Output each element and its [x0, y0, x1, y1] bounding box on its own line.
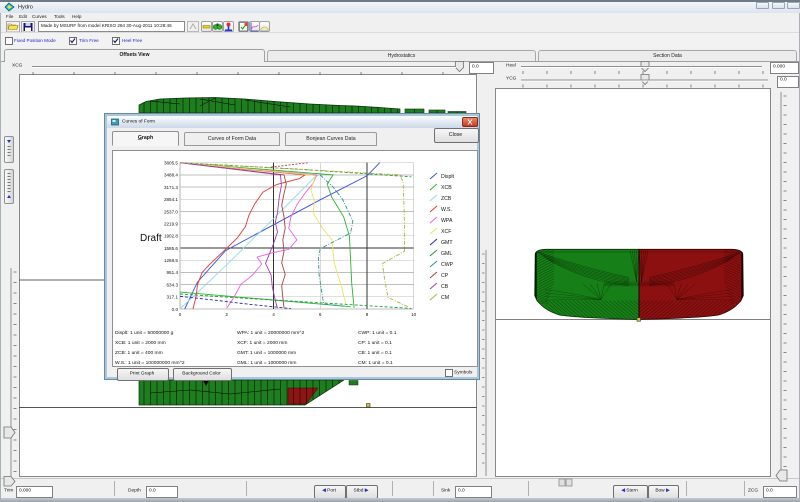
svg-text:GML: 1 unit = 1000000 mm: GML: 1 unit = 1000000 mm: [237, 360, 296, 366]
svg-text:CWP: CWP: [441, 262, 454, 268]
svg-text:10: 10: [411, 312, 417, 317]
svg-text:951.4: 951.4: [167, 270, 179, 275]
svg-text:1902.8: 1902.8: [164, 234, 178, 239]
svg-text:ZCB: ZCB: [441, 196, 452, 202]
svg-text:XCF: XCF: [441, 229, 451, 235]
svg-text:CB: CB: [441, 284, 449, 290]
svg-text:2537.0: 2537.0: [164, 209, 178, 214]
svg-text:3805.5: 3805.5: [164, 161, 178, 166]
svg-text:CM: CM: [441, 295, 449, 301]
svg-text:2854.1: 2854.1: [164, 197, 178, 202]
svg-text:1268.5: 1268.5: [164, 258, 178, 263]
svg-text:XCB: XCB: [441, 185, 452, 191]
svg-text:ZCB: 1 unit = 400 mm: ZCB: 1 unit = 400 mm: [115, 350, 163, 356]
svg-text:CP: CP: [441, 273, 449, 279]
svg-text:8: 8: [366, 312, 369, 317]
svg-text:4: 4: [272, 312, 275, 317]
svg-text:0: 0: [179, 312, 182, 317]
svg-text:0.0: 0.0: [172, 307, 179, 312]
svg-text:Displt: 1 unit = 50000000 g: Displt: 1 unit = 50000000 g: [115, 330, 174, 336]
svg-text:Displt: Displt: [441, 174, 455, 180]
svg-text:GML: GML: [441, 251, 452, 257]
svg-text:3171.3: 3171.3: [164, 185, 178, 190]
svg-text:CWP: 1 unit = 0.1: CWP: 1 unit = 0.1: [358, 330, 397, 336]
svg-text:6: 6: [319, 312, 322, 317]
svg-text:3488.4: 3488.4: [164, 173, 178, 178]
svg-text:317.1: 317.1: [167, 295, 179, 300]
svg-text:WPA: 1 unit = 20000000 mm^2: WPA: 1 unit = 20000000 mm^2: [237, 330, 305, 336]
svg-text:CB: 1 unit = 0.1: CB: 1 unit = 0.1: [358, 350, 392, 356]
svg-text:GMT: GMT: [441, 240, 453, 246]
svg-text:WPA: WPA: [441, 218, 453, 224]
svg-text:2: 2: [225, 312, 228, 317]
svg-text:XCF: 1 unit = 2000 mm: XCF: 1 unit = 2000 mm: [237, 340, 287, 346]
svg-text:1585.6: 1585.6: [164, 246, 178, 251]
svg-text:W.S.: 1 unit = 100000000 mm^2: W.S.: 1 unit = 100000000 mm^2: [115, 360, 185, 366]
svg-text:634.3: 634.3: [167, 282, 179, 287]
svg-text:CM: 1 unit = 0.1: CM: 1 unit = 0.1: [358, 360, 393, 366]
svg-text:W.S.: W.S.: [441, 207, 452, 213]
svg-text:GMT: 1 unit = 1000000 mm: GMT: 1 unit = 1000000 mm: [237, 350, 296, 356]
svg-text:XCB: 1 unit = 2000 mm: XCB: 1 unit = 2000 mm: [115, 340, 166, 346]
svg-text:Draft: Draft: [140, 233, 162, 244]
svg-text:2219.9: 2219.9: [164, 222, 178, 227]
svg-text:CP: 1 unit = 0.1: CP: 1 unit = 0.1: [358, 340, 392, 346]
